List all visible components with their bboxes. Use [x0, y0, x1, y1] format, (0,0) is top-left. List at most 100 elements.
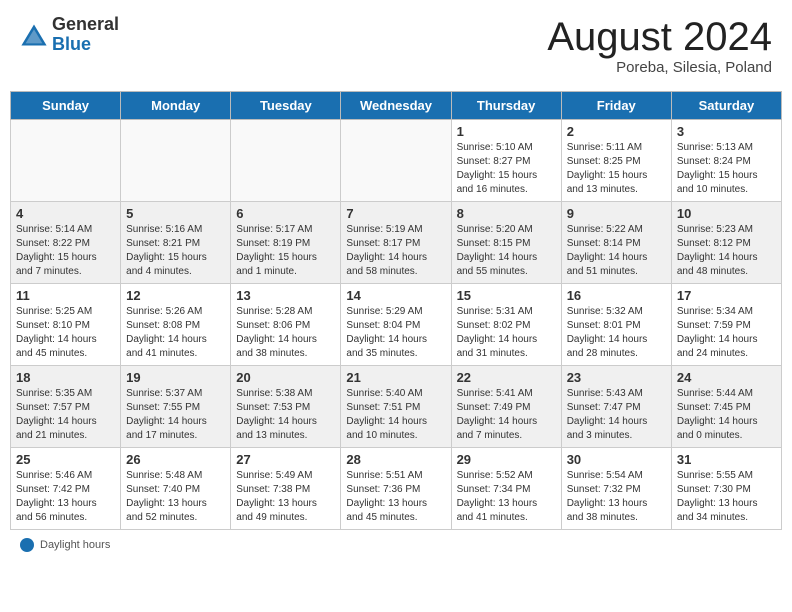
calendar-day-cell: 6Sunrise: 5:17 AM Sunset: 8:19 PM Daylig…	[231, 202, 341, 284]
logo-icon	[20, 21, 48, 49]
weekday-header: Monday	[121, 92, 231, 120]
calendar-day-cell: 24 Sunrise: 5:44 AM Sunset: 7:45 PM Dayli…	[671, 366, 781, 448]
day-info: Sunrise: 5:28 AM Sunset: 8:06 PM Dayligh…	[236, 305, 335, 361]
day-info: Sunrise: 5:17 AM Sunset: 8:19 PM Dayligh…	[236, 223, 335, 279]
calendar-day-cell: 20 Sunrise: 5:38 AM Sunset: 7:53 PM Dayli…	[231, 366, 341, 448]
day-number: 28	[346, 452, 445, 467]
day-number: 20	[236, 370, 335, 385]
subtitle: Poreba, Silesia, Poland	[547, 59, 772, 76]
calendar-day-cell: 3 Sunrise: 5:13 AM Sunset: 8:24 PM Daylig…	[671, 120, 781, 202]
calendar-day-cell: 21Sunrise: 5:40 AM Sunset: 7:51 PM Dayli…	[341, 366, 451, 448]
calendar-day-cell: 28 Sunrise: 5:51 AM Sunset: 7:36 PM Dayli…	[341, 448, 451, 530]
calendar-day-cell: 8 Sunrise: 5:20 AM Sunset: 8:15 PM Daylig…	[451, 202, 561, 284]
calendar-day-cell: 16 Sunrise: 5:32 AM Sunset: 8:01 PM Dayli…	[561, 284, 671, 366]
weekday-header: Wednesday	[341, 92, 451, 120]
day-info: Sunrise: 5:31 AM Sunset: 8:02 PM Dayligh…	[457, 305, 556, 361]
calendar-day-cell: 25Sunrise: 5:46 AM Sunset: 7:42 PM Dayli…	[11, 448, 121, 530]
day-number: 16	[567, 288, 666, 303]
day-number: 29	[457, 452, 556, 467]
day-info: Sunrise: 5:48 AM Sunset: 7:40 PM Dayligh…	[126, 469, 225, 525]
day-number: 11	[16, 288, 115, 303]
day-info: Sunrise: 5:32 AM Sunset: 8:01 PM Dayligh…	[567, 305, 666, 361]
page-header: General Blue August 2024 Poreba, Silesia…	[10, 10, 782, 81]
day-info: Sunrise: 5:37 AM Sunset: 7:55 PM Dayligh…	[126, 387, 225, 443]
day-number: 10	[677, 206, 776, 221]
calendar-day-cell: 29 Sunrise: 5:52 AM Sunset: 7:34 PM Dayli…	[451, 448, 561, 530]
calendar-day-cell	[231, 120, 341, 202]
calendar-day-cell: 2Sunrise: 5:11 AM Sunset: 8:25 PM Daylig…	[561, 120, 671, 202]
day-number: 17	[677, 288, 776, 303]
day-info: Sunrise: 5:20 AM Sunset: 8:15 PM Dayligh…	[457, 223, 556, 279]
calendar-week-row: 4Sunrise: 5:14 AM Sunset: 8:22 PM Daylig…	[11, 202, 782, 284]
day-info: Sunrise: 5:49 AM Sunset: 7:38 PM Dayligh…	[236, 469, 335, 525]
logo-blue: Blue	[52, 35, 119, 55]
day-info: Sunrise: 5:13 AM Sunset: 8:24 PM Dayligh…	[677, 141, 776, 197]
calendar-day-cell: 14Sunrise: 5:29 AM Sunset: 8:04 PM Dayli…	[341, 284, 451, 366]
calendar-day-cell: 18 Sunrise: 5:35 AM Sunset: 7:57 PM Dayli…	[11, 366, 121, 448]
footer: Daylight hours	[10, 536, 782, 554]
calendar-header-row: SundayMondayTuesdayWednesdayThursdayFrid…	[11, 92, 782, 120]
day-number: 12	[126, 288, 225, 303]
day-info: Sunrise: 5:38 AM Sunset: 7:53 PM Dayligh…	[236, 387, 335, 443]
title-block: August 2024 Poreba, Silesia, Poland	[547, 15, 772, 76]
calendar-day-cell: 10Sunrise: 5:23 AM Sunset: 8:12 PM Dayli…	[671, 202, 781, 284]
calendar-day-cell: 5Sunrise: 5:16 AM Sunset: 8:21 PM Daylig…	[121, 202, 231, 284]
day-info: Sunrise: 5:26 AM Sunset: 8:08 PM Dayligh…	[126, 305, 225, 361]
calendar-day-cell: 13 Sunrise: 5:28 AM Sunset: 8:06 PM Dayli…	[231, 284, 341, 366]
day-number: 31	[677, 452, 776, 467]
day-number: 25	[16, 452, 115, 467]
calendar-day-cell	[341, 120, 451, 202]
footer-dot-icon	[20, 538, 34, 552]
calendar-day-cell: 1 Sunrise: 5:10 AM Sunset: 8:27 PM Daylig…	[451, 120, 561, 202]
day-info: Sunrise: 5:22 AM Sunset: 8:14 PM Dayligh…	[567, 223, 666, 279]
calendar-day-cell: 31 Sunrise: 5:55 AM Sunset: 7:30 PM Dayli…	[671, 448, 781, 530]
calendar-day-cell: 23 Sunrise: 5:43 AM Sunset: 7:47 PM Dayli…	[561, 366, 671, 448]
day-info: Sunrise: 5:19 AM Sunset: 8:17 PM Dayligh…	[346, 223, 445, 279]
calendar-day-cell: 19Sunrise: 5:37 AM Sunset: 7:55 PM Dayli…	[121, 366, 231, 448]
day-number: 26	[126, 452, 225, 467]
day-number: 15	[457, 288, 556, 303]
day-number: 24	[677, 370, 776, 385]
day-info: Sunrise: 5:43 AM Sunset: 7:47 PM Dayligh…	[567, 387, 666, 443]
calendar-day-cell: 7 Sunrise: 5:19 AM Sunset: 8:17 PM Daylig…	[341, 202, 451, 284]
calendar-table: SundayMondayTuesdayWednesdayThursdayFrid…	[10, 91, 782, 530]
logo: General Blue	[20, 15, 119, 55]
day-number: 14	[346, 288, 445, 303]
day-number: 8	[457, 206, 556, 221]
calendar-day-cell: 30 Sunrise: 5:54 AM Sunset: 7:32 PM Dayli…	[561, 448, 671, 530]
calendar-day-cell: 15 Sunrise: 5:31 AM Sunset: 8:02 PM Dayli…	[451, 284, 561, 366]
calendar-day-cell: 12 Sunrise: 5:26 AM Sunset: 8:08 PM Dayli…	[121, 284, 231, 366]
weekday-header: Thursday	[451, 92, 561, 120]
logo-general: General	[52, 15, 119, 35]
day-info: Sunrise: 5:10 AM Sunset: 8:27 PM Dayligh…	[457, 141, 556, 197]
day-info: Sunrise: 5:55 AM Sunset: 7:30 PM Dayligh…	[677, 469, 776, 525]
day-number: 27	[236, 452, 335, 467]
day-number: 3	[677, 124, 776, 139]
calendar-day-cell	[11, 120, 121, 202]
calendar-day-cell: 9Sunrise: 5:22 AM Sunset: 8:14 PM Daylig…	[561, 202, 671, 284]
day-info: Sunrise: 5:11 AM Sunset: 8:25 PM Dayligh…	[567, 141, 666, 197]
day-number: 18	[16, 370, 115, 385]
calendar-week-row: 11Sunrise: 5:25 AM Sunset: 8:10 PM Dayli…	[11, 284, 782, 366]
footer-label: Daylight hours	[40, 539, 110, 551]
day-info: Sunrise: 5:35 AM Sunset: 7:57 PM Dayligh…	[16, 387, 115, 443]
main-title: August 2024	[547, 15, 772, 59]
day-info: Sunrise: 5:14 AM Sunset: 8:22 PM Dayligh…	[16, 223, 115, 279]
day-number: 23	[567, 370, 666, 385]
calendar-day-cell: 27 Sunrise: 5:49 AM Sunset: 7:38 PM Dayli…	[231, 448, 341, 530]
calendar-day-cell: 26 Sunrise: 5:48 AM Sunset: 7:40 PM Dayli…	[121, 448, 231, 530]
weekday-header: Tuesday	[231, 92, 341, 120]
day-info: Sunrise: 5:44 AM Sunset: 7:45 PM Dayligh…	[677, 387, 776, 443]
day-info: Sunrise: 5:52 AM Sunset: 7:34 PM Dayligh…	[457, 469, 556, 525]
day-number: 30	[567, 452, 666, 467]
weekday-header: Sunday	[11, 92, 121, 120]
calendar-day-cell: 22Sunrise: 5:41 AM Sunset: 7:49 PM Dayli…	[451, 366, 561, 448]
day-info: Sunrise: 5:51 AM Sunset: 7:36 PM Dayligh…	[346, 469, 445, 525]
day-info: Sunrise: 5:54 AM Sunset: 7:32 PM Dayligh…	[567, 469, 666, 525]
calendar-week-row: 18 Sunrise: 5:35 AM Sunset: 7:57 PM Dayli…	[11, 366, 782, 448]
day-number: 13	[236, 288, 335, 303]
weekday-header: Friday	[561, 92, 671, 120]
day-number: 5	[126, 206, 225, 221]
day-number: 1	[457, 124, 556, 139]
day-number: 7	[346, 206, 445, 221]
